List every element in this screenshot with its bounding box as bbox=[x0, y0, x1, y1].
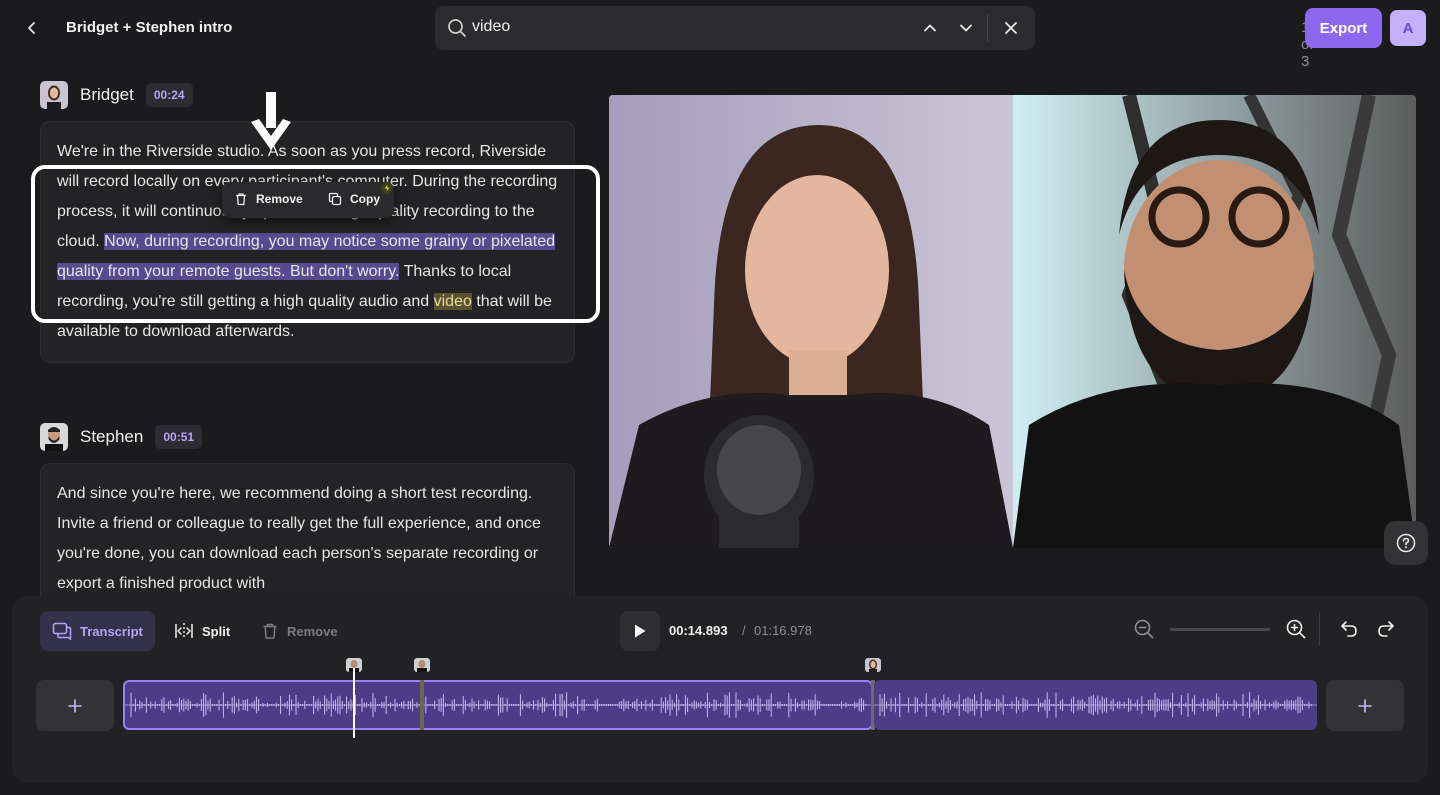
search-icon bbox=[448, 19, 466, 37]
add-clip-after-button[interactable] bbox=[1326, 680, 1404, 731]
split-label: Split bbox=[202, 623, 231, 639]
help-button[interactable] bbox=[1384, 521, 1428, 565]
timeline-clip[interactable] bbox=[874, 680, 1317, 730]
chevron-up-icon bbox=[924, 24, 936, 32]
copy-selection-button[interactable]: Copy bbox=[328, 192, 380, 206]
speaker-name: Bridget bbox=[80, 85, 134, 104]
timestamp-badge[interactable]: 00:51 bbox=[155, 425, 203, 449]
back-button[interactable] bbox=[20, 16, 44, 40]
video-preview[interactable] bbox=[609, 95, 1416, 548]
undo-button[interactable] bbox=[1339, 619, 1359, 644]
current-time: 00:14.893 bbox=[669, 623, 728, 638]
lightning-icon bbox=[381, 182, 393, 194]
plus-icon bbox=[68, 698, 82, 713]
speaker-header-stephen: Stephen 00:51 bbox=[40, 423, 203, 451]
user-avatar[interactable]: A bbox=[1390, 10, 1426, 46]
close-icon bbox=[1005, 22, 1017, 34]
add-clip-before-button[interactable] bbox=[36, 680, 114, 731]
avatar bbox=[40, 81, 68, 109]
video-frame bbox=[609, 95, 1416, 548]
next-result-button[interactable] bbox=[956, 18, 976, 38]
chevron-left-icon bbox=[28, 22, 35, 34]
split-icon bbox=[175, 623, 193, 639]
redo-icon bbox=[1378, 621, 1394, 637]
remove-label: Remove bbox=[287, 623, 338, 639]
playhead[interactable] bbox=[353, 668, 355, 738]
top-bar: Bridget + Stephen intro video 1 of 3 Exp… bbox=[0, 0, 1440, 70]
trash-icon bbox=[236, 193, 246, 206]
zoom-in-button[interactable] bbox=[1286, 619, 1306, 644]
timeline-panel: Transcript Split Remove 00:14.893 / 01:1… bbox=[12, 596, 1428, 782]
time-separator: / bbox=[742, 623, 746, 638]
transcript-block-stephen[interactable]: And since you're here, we recommend doin… bbox=[40, 463, 575, 603]
zoom-out-button[interactable] bbox=[1134, 619, 1154, 644]
transcript-block-bridget[interactable]: We're in the Riverside studio. As soon a… bbox=[40, 121, 575, 363]
play-button[interactable] bbox=[620, 611, 660, 651]
timestamp-badge[interactable]: 00:24 bbox=[145, 83, 193, 107]
search-divider bbox=[987, 14, 988, 42]
transcript-text[interactable]: And since you're here, we recommend doin… bbox=[57, 485, 541, 592]
zoom-in-icon bbox=[1286, 619, 1306, 639]
split-button[interactable]: Split bbox=[162, 611, 242, 651]
export-button[interactable]: Export bbox=[1305, 8, 1382, 48]
remove-selection-button[interactable]: Remove bbox=[234, 192, 303, 206]
zoom-slider[interactable] bbox=[1170, 628, 1270, 631]
avatar bbox=[40, 423, 68, 451]
copy-label: Copy bbox=[350, 192, 380, 206]
previous-result-button[interactable] bbox=[920, 18, 940, 38]
speaker-header-bridget: Bridget 00:24 bbox=[40, 81, 193, 109]
transcript-mode-button[interactable]: Transcript bbox=[40, 611, 155, 651]
remove-button[interactable]: Remove bbox=[249, 611, 350, 651]
speaker-name: Stephen bbox=[80, 427, 144, 446]
transcript-label: Transcript bbox=[80, 623, 143, 639]
chevron-down-icon bbox=[960, 24, 972, 32]
play-icon bbox=[635, 624, 646, 638]
search-match[interactable]: video bbox=[433, 293, 472, 310]
trash-icon bbox=[263, 623, 277, 639]
search-input[interactable]: video bbox=[472, 18, 510, 36]
zoom-out-icon bbox=[1134, 619, 1154, 639]
total-duration: 01:16.978 bbox=[754, 623, 812, 638]
close-search-button[interactable] bbox=[1001, 18, 1021, 38]
chat-bubble-icon bbox=[52, 622, 72, 640]
copy-icon bbox=[328, 192, 342, 206]
undo-icon bbox=[1341, 621, 1357, 637]
timeline-clip-selected[interactable] bbox=[123, 680, 873, 730]
toolbar-divider bbox=[1319, 612, 1320, 646]
arrow-down-icon bbox=[248, 92, 294, 159]
selection-context-menu: Remove Copy bbox=[222, 182, 394, 218]
help-icon bbox=[1396, 533, 1416, 553]
remove-label: Remove bbox=[256, 192, 303, 206]
speaker-marker-stephen[interactable] bbox=[414, 658, 430, 672]
search-bar[interactable]: video 1 of 3 bbox=[435, 6, 1314, 70]
audio-waveform bbox=[874, 692, 1317, 718]
speaker-marker-bridget[interactable] bbox=[865, 658, 881, 672]
plus-icon bbox=[1358, 698, 1372, 713]
audio-waveform bbox=[125, 692, 871, 718]
segment-marker bbox=[420, 680, 424, 730]
redo-button[interactable] bbox=[1376, 619, 1396, 644]
project-title: Bridget + Stephen intro bbox=[66, 19, 233, 36]
